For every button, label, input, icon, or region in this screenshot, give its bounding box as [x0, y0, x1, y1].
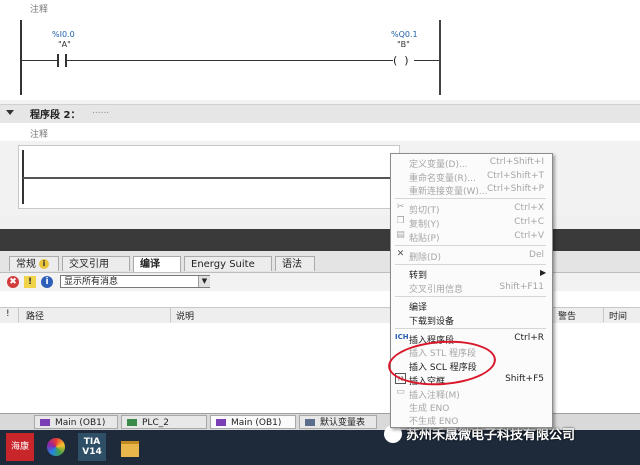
menu-separator	[395, 296, 546, 297]
column-time[interactable]: 时间	[609, 309, 627, 322]
plc-icon	[127, 419, 137, 426]
collapse-arrow-icon[interactable]	[6, 110, 14, 115]
contact-tag-name[interactable]: "A"	[58, 40, 71, 49]
network-2-title: 程序段 2：	[30, 110, 81, 121]
tab-energy-suite[interactable]: Energy Suite	[184, 256, 272, 271]
no-contact-A[interactable]	[57, 52, 67, 69]
column-description[interactable]: 说明	[176, 309, 194, 322]
color-wheel-icon[interactable]	[42, 433, 70, 461]
menu-item-go-to[interactable]: 转到	[409, 268, 427, 281]
tab-compile[interactable]: 编译	[133, 256, 181, 272]
menu-shortcut: Ctrl+V	[514, 231, 544, 241]
menu-item-cross-ref-info[interactable]: 交叉引用信息	[409, 282, 463, 295]
column-warning[interactable]: 警告	[558, 309, 576, 322]
menu-shortcut: Shift+F11	[499, 282, 544, 292]
network-2-comment-area[interactable]	[0, 123, 640, 141]
menu-item-delete[interactable]: 删除(D)	[409, 250, 441, 263]
menu-item-no-eno[interactable]: 不生成 ENO	[409, 414, 458, 427]
menu-item-compile[interactable]: 编译	[409, 300, 427, 313]
right-power-rail	[439, 20, 441, 95]
menu-shortcut: Ctrl+R	[514, 333, 544, 343]
folder-icon[interactable]	[116, 433, 144, 461]
paste-icon: ▤	[396, 230, 405, 240]
menu-item-define-tag[interactable]: 定义变量(D)...	[409, 157, 468, 170]
insert-network-icon: ICH	[395, 333, 409, 341]
network-1-comment[interactable]: 注释	[30, 2, 48, 15]
delete-icon: ✕	[396, 249, 405, 259]
left-power-rail	[20, 20, 22, 95]
coil-address[interactable]: %Q0.1	[391, 30, 418, 39]
menu-shortcut: Ctrl+X	[514, 203, 544, 213]
menu-item-copy[interactable]: 复制(Y)	[409, 217, 440, 230]
editor-tab-label: 默认变量表	[320, 418, 366, 428]
chevron-down-icon[interactable]: ▼	[198, 276, 210, 287]
tag-table-icon	[305, 419, 315, 426]
contact-address[interactable]: %I0.0	[52, 30, 75, 39]
scissors-icon: ✂	[396, 202, 405, 212]
coil-tag-name[interactable]: "B"	[397, 40, 410, 49]
editor-tab-label: PLC_2	[142, 418, 169, 428]
wire	[414, 60, 439, 61]
coil-B[interactable]: ( )	[393, 54, 409, 67]
menu-shortcut: Ctrl+C	[514, 217, 544, 227]
menu-item-download[interactable]: 下载到设备	[409, 314, 454, 327]
menu-item-paste[interactable]: 粘贴(P)	[409, 231, 439, 244]
editor-tab-main-ob1-active[interactable]: Main (OB1)	[210, 415, 296, 429]
menu-item-cut[interactable]: 剪切(T)	[409, 203, 440, 216]
menu-shortcut: Shift+F5	[505, 374, 544, 384]
menu-separator	[395, 328, 546, 329]
network-2-title-input[interactable]: ......	[92, 106, 109, 116]
menu-item-generate-eno[interactable]: 生成 ENO	[409, 401, 449, 414]
warning-filter-icon[interactable]: !	[24, 276, 36, 288]
message-filter-select[interactable]: 显示所有消息	[60, 275, 210, 288]
info-icon: i	[39, 259, 49, 269]
menu-shortcut: Ctrl+Shift+T	[486, 171, 544, 181]
column-marker: !	[6, 309, 10, 319]
menu-item-rename-tag[interactable]: 重命名变量(R)...	[409, 171, 476, 184]
menu-item-insert-comment[interactable]: 插入注释(M)	[409, 388, 460, 401]
editor-tab-plc2[interactable]: PLC_2	[121, 415, 207, 429]
wire	[21, 60, 57, 61]
menu-item-rewire-tag[interactable]: 重新连接变量(W)...	[409, 184, 488, 197]
info-filter-icon[interactable]: i	[41, 276, 53, 288]
tia-portal-icon[interactable]: TIA V14	[78, 433, 106, 461]
editor-tab-label: Main (OB1)	[231, 418, 282, 428]
app-red-icon[interactable]: 海康	[6, 433, 34, 461]
network-1[interactable]	[0, 0, 640, 100]
wire	[67, 60, 393, 61]
comment-icon: ▭	[396, 387, 405, 397]
tab-general[interactable]: 常规 i	[9, 256, 59, 271]
column-separator	[18, 308, 19, 322]
menu-shortcut: Ctrl+Shift+I	[489, 157, 544, 167]
block-icon	[216, 419, 226, 426]
column-separator	[170, 308, 171, 322]
tab-cross-reference[interactable]: 交叉引用	[62, 256, 130, 271]
menu-separator	[395, 245, 546, 246]
tab-general-label: 常规	[16, 259, 36, 270]
editor-tab-label: Main (OB1)	[55, 418, 106, 428]
menu-shortcut: Del	[529, 250, 544, 260]
network-2-comment[interactable]: 注释	[30, 127, 48, 140]
submenu-arrow-icon: ▶	[540, 268, 547, 277]
block-icon	[40, 419, 50, 426]
editor-tab-main-ob1[interactable]: Main (OB1)	[34, 415, 118, 429]
column-separator	[603, 308, 604, 322]
editor-tab-tag-table[interactable]: 默认变量表	[299, 415, 377, 429]
menu-separator	[395, 198, 546, 199]
copy-icon: ❐	[396, 216, 405, 226]
menu-shortcut: Ctrl+Shift+P	[487, 184, 544, 194]
column-path[interactable]: 路径	[26, 309, 44, 322]
menu-separator	[395, 264, 546, 265]
empty-rung[interactable]	[23, 177, 393, 179]
tab-syntax[interactable]: 语法	[275, 256, 315, 271]
error-filter-icon[interactable]: ✖	[7, 276, 19, 288]
